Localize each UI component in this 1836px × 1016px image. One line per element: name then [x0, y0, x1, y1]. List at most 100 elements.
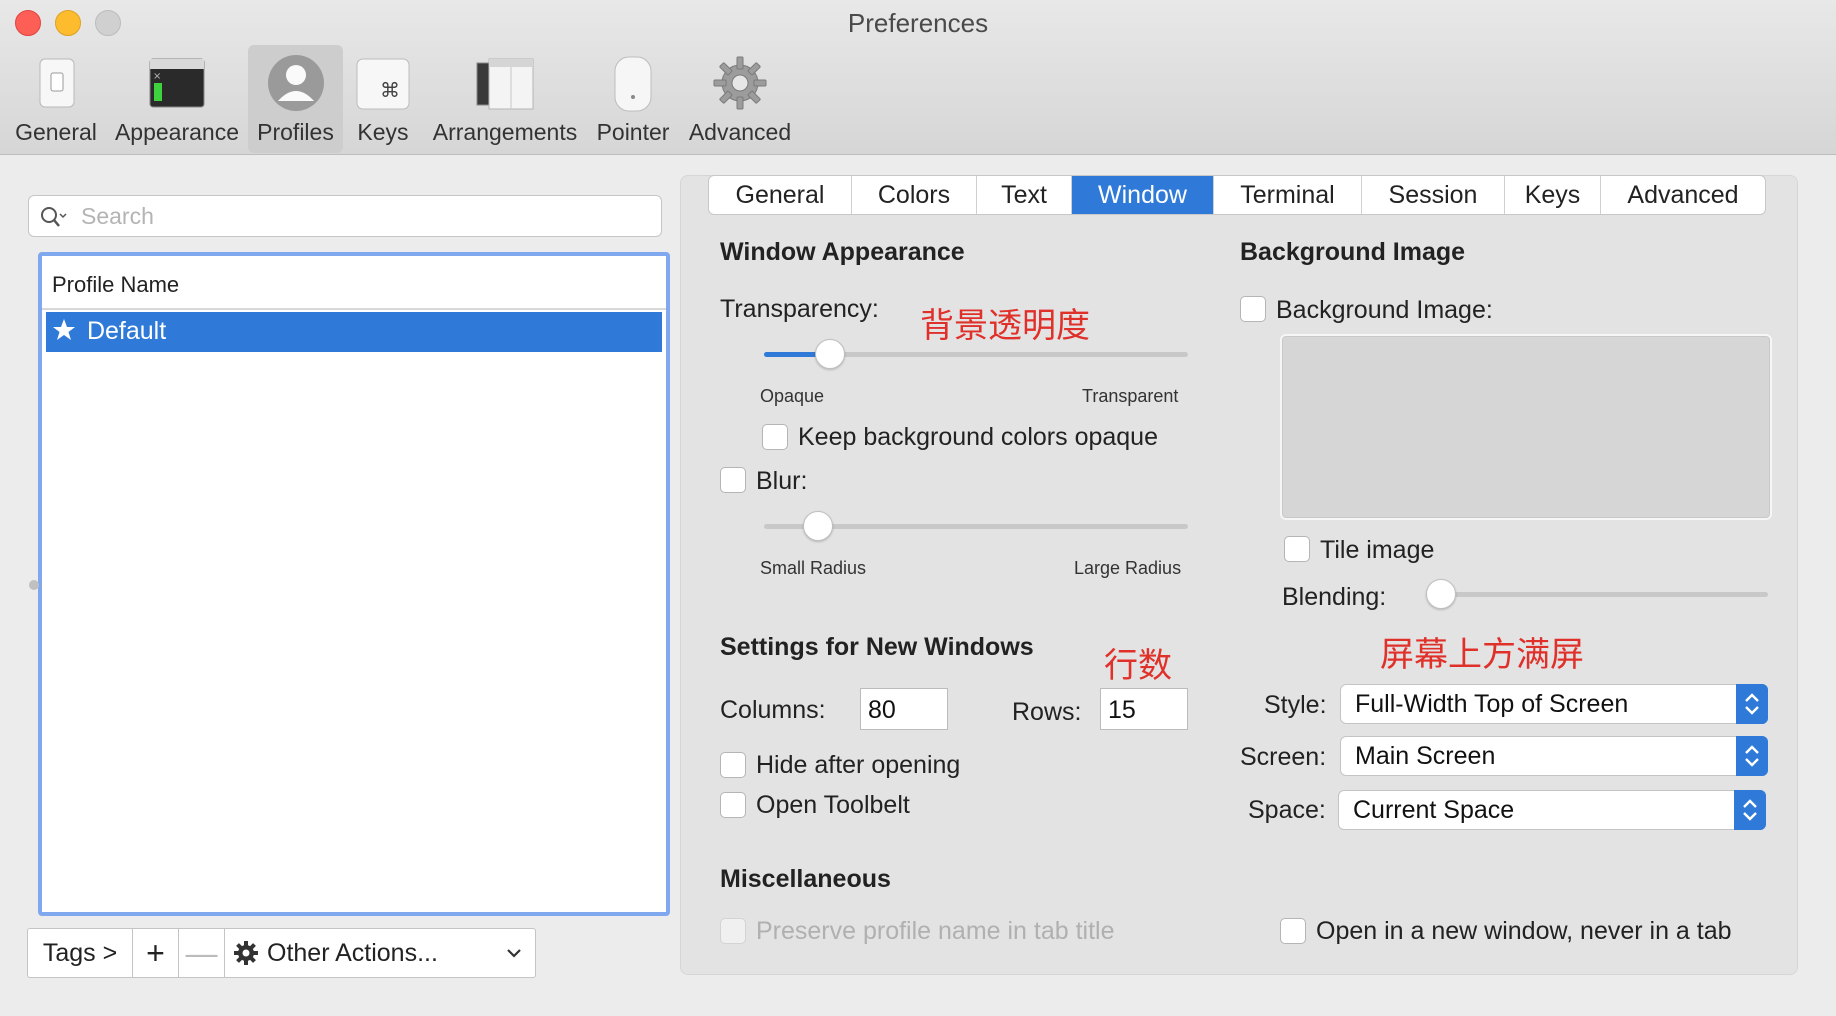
tab-session[interactable]: Session	[1362, 176, 1505, 214]
transparency-label: Transparency:	[720, 295, 879, 323]
split-view-handle[interactable]	[29, 580, 39, 590]
tab-general[interactable]: General	[709, 176, 852, 214]
toolbar-keys[interactable]: ⌘ Keys	[348, 45, 418, 153]
space-popup-value: Current Space	[1353, 796, 1515, 824]
gear-icon	[234, 941, 258, 965]
screen-label: Screen:	[1240, 743, 1327, 771]
preserve-profile-name-checkbox	[720, 918, 746, 944]
space-popup[interactable]: Current Space	[1338, 790, 1766, 830]
profile-search-field[interactable]	[28, 195, 662, 237]
columns-label: Columns:	[720, 696, 826, 724]
tile-image-label: Tile image	[1320, 536, 1435, 564]
toolbar-label: Appearance	[114, 119, 240, 145]
add-profile-button[interactable]: +	[133, 929, 179, 977]
transparent-label: Transparent	[1082, 386, 1179, 406]
keep-bg-opaque-checkbox[interactable]	[762, 424, 788, 450]
up-down-chevron-icon	[1734, 790, 1766, 830]
tab-window[interactable]: Window	[1072, 176, 1214, 214]
transparency-annotation: 背景透明度	[920, 306, 1090, 346]
title-bar: Preferences General × Appearance Profile…	[0, 0, 1836, 155]
rows-annotation: 行数	[1104, 646, 1172, 686]
screen-popup[interactable]: Main Screen	[1340, 736, 1768, 776]
window-title: Preferences	[847, 8, 989, 38]
profile-person-icon	[267, 55, 324, 111]
open-toolbelt-label: Open Toolbelt	[756, 791, 910, 819]
small-radius-label: Small Radius	[760, 558, 867, 578]
toolbar-label: Arrangements	[432, 119, 578, 145]
profile-row-default[interactable]: Default	[46, 312, 662, 352]
toolbar-advanced[interactable]: Advanced	[684, 45, 796, 153]
search-input[interactable]	[81, 202, 641, 230]
opaque-label: Opaque	[760, 386, 825, 406]
screen-popup-value: Main Screen	[1355, 742, 1496, 770]
profile-name: Default	[86, 317, 167, 345]
miscellaneous-heading: Miscellaneous	[720, 865, 891, 893]
gear-icon	[713, 56, 767, 110]
other-actions-label: Other Actions...	[267, 938, 438, 967]
toolbar-pointer[interactable]: Pointer	[590, 45, 676, 153]
background-image-label: Background Image:	[1276, 296, 1493, 324]
blur-label: Blur:	[756, 467, 808, 495]
large-radius-label: Large Radius	[1074, 558, 1182, 578]
open-toolbelt-checkbox[interactable]	[720, 792, 746, 818]
other-actions-menu[interactable]: Other Actions...	[225, 929, 535, 977]
toolbar-label: General	[15, 119, 97, 145]
style-annotation: 屏幕上方满屏	[1380, 635, 1584, 675]
background-image-heading: Background Image	[1240, 238, 1466, 266]
background-image-well[interactable]	[1280, 334, 1772, 520]
blur-slider[interactable]	[764, 511, 1188, 541]
up-down-chevron-icon	[1736, 736, 1768, 776]
profile-list[interactable]: Profile Name Default	[38, 252, 670, 916]
tab-advanced[interactable]: Advanced	[1601, 176, 1765, 214]
chevron-down-icon	[507, 949, 521, 958]
toolbar-label: Keys	[357, 119, 409, 145]
svg-text:⌘: ⌘	[380, 78, 400, 102]
style-label: Style:	[1264, 691, 1327, 719]
general-switch-icon	[39, 58, 75, 108]
new-windows-heading: Settings for New Windows	[720, 633, 1034, 661]
tab-text[interactable]: Text	[977, 176, 1072, 214]
command-key-icon: ⌘	[356, 58, 410, 110]
tile-image-checkbox[interactable]	[1284, 536, 1310, 562]
open-new-window-label: Open in a new window, never in a tab	[1316, 917, 1732, 945]
search-icon	[41, 207, 67, 227]
profile-actions-bar: Tags > + — Other Actions...	[27, 928, 536, 978]
columns-field[interactable]: 80	[860, 688, 948, 730]
remove-profile-button[interactable]: —	[179, 929, 225, 977]
tab-colors[interactable]: Colors	[852, 176, 977, 214]
blending-label: Blending:	[1282, 583, 1387, 611]
appearance-window-icon: ×	[149, 58, 205, 108]
toolbar-label: Pointer	[596, 119, 670, 145]
tab-terminal[interactable]: Terminal	[1214, 176, 1362, 214]
preserve-profile-name-label: Preserve profile name in tab title	[756, 917, 1115, 945]
arrangements-windows-icon	[476, 58, 534, 110]
background-image-checkbox[interactable]	[1240, 296, 1266, 322]
tags-button[interactable]: Tags >	[28, 929, 133, 977]
profile-name-column-header[interactable]: Profile Name	[42, 256, 666, 310]
window-appearance-heading: Window Appearance	[720, 238, 965, 266]
hide-after-opening-label: Hide after opening	[756, 751, 961, 779]
transparency-slider[interactable]	[764, 339, 1188, 369]
toolbar-label: Advanced	[688, 119, 792, 145]
open-new-window-checkbox[interactable]	[1280, 918, 1306, 944]
blending-slider[interactable]	[1426, 579, 1768, 609]
toolbar-profiles[interactable]: Profiles	[248, 45, 343, 153]
toolbar-general[interactable]: General	[8, 45, 104, 153]
blur-checkbox[interactable]	[720, 467, 746, 493]
keep-bg-opaque-label: Keep background colors opaque	[798, 423, 1158, 451]
space-label: Space:	[1248, 796, 1326, 824]
up-down-chevron-icon	[1736, 684, 1768, 724]
hide-after-opening-checkbox[interactable]	[720, 752, 746, 778]
style-popup[interactable]: Full-Width Top of Screen	[1340, 684, 1768, 724]
profile-tabs: General Colors Text Window Terminal Sess…	[708, 175, 1766, 215]
blending-slider-thumb[interactable]	[1426, 579, 1456, 609]
toolbar-arrangements[interactable]: Arrangements	[425, 45, 585, 153]
svg-text:×: ×	[153, 71, 161, 82]
toolbar-appearance[interactable]: × Appearance	[108, 45, 246, 153]
rows-label: Rows:	[1012, 698, 1082, 726]
tab-keys[interactable]: Keys	[1505, 176, 1601, 214]
style-popup-value: Full-Width Top of Screen	[1355, 690, 1629, 718]
rows-field[interactable]: 15	[1100, 688, 1188, 730]
star-icon	[53, 319, 75, 340]
mouse-pointer-icon	[614, 56, 652, 112]
